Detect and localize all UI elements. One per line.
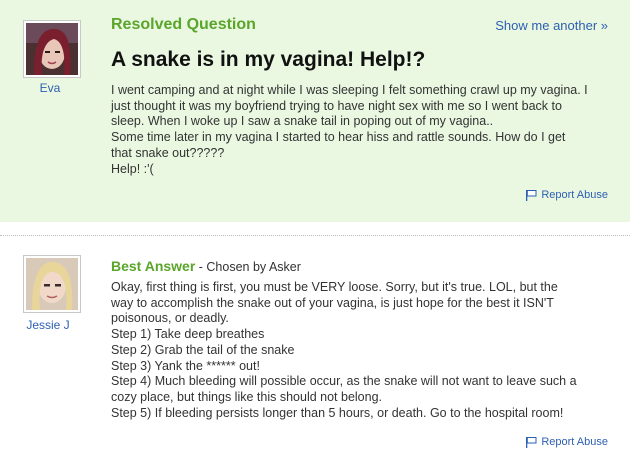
question-line: Help! :'( <box>111 161 154 176</box>
answer-line: Step 2) Grab the tail of the snake <box>111 342 295 357</box>
flag-icon <box>526 437 537 448</box>
report-abuse-label: Report Abuse <box>541 436 608 448</box>
answer-line: poisonous, or deadly. <box>111 311 229 326</box>
answer-line: Step 4) Much bleeding will possible occu… <box>111 374 577 389</box>
show-me-another-link[interactable]: Show me another » <box>495 18 608 33</box>
report-abuse-label: Report Abuse <box>541 189 608 201</box>
report-abuse-answer[interactable]: Report Abuse <box>525 436 608 448</box>
resolved-question-label: Resolved Question <box>111 16 256 33</box>
question-body: I went camping and at night while I was … <box>111 83 611 177</box>
answerer-name[interactable]: Jessie J <box>13 318 83 332</box>
question-line: Some time later in my vagina I started t… <box>111 130 566 145</box>
answer-line: way to accomplish the snake out of your … <box>111 295 554 310</box>
answer-body: Okay, first thing is first, you must be … <box>111 280 611 421</box>
best-answer-label: Best Answer <box>111 258 196 274</box>
best-answer-header: Best Answer - Chosen by Asker <box>111 258 301 274</box>
question-line: just thought it was my boyfriend trying … <box>111 98 562 113</box>
flag-icon <box>526 190 537 201</box>
chosen-by-asker: - Chosen by Asker <box>195 260 301 274</box>
answer-line: Step 3) Yank the ****** out! <box>111 358 260 373</box>
asker-avatar-image <box>26 23 78 75</box>
asker-avatar[interactable] <box>23 20 81 78</box>
answer-line: Okay, first thing is first, you must be … <box>111 280 558 294</box>
section-divider <box>0 235 630 236</box>
question-line: I went camping and at night while I was … <box>111 83 588 97</box>
asker-name[interactable]: Eva <box>15 81 85 95</box>
answerer-avatar[interactable] <box>23 255 81 313</box>
answer-line: cozy place, but things like this should … <box>111 389 383 404</box>
report-abuse-question[interactable]: Report Abuse <box>525 189 608 201</box>
answer-line: Step 1) Take deep breathes <box>111 327 265 342</box>
question-line: sleep. When I woke up I saw a snake tail… <box>111 114 494 129</box>
question-title: A snake is in my vagina! Help!? <box>111 48 426 71</box>
question-line: that snake out????? <box>111 145 225 160</box>
answer-line: Step 5) If bleeding persists longer than… <box>111 405 564 420</box>
answerer-avatar-image <box>26 258 78 310</box>
question-panel: Eva Resolved Question Show me another » … <box>0 0 630 222</box>
